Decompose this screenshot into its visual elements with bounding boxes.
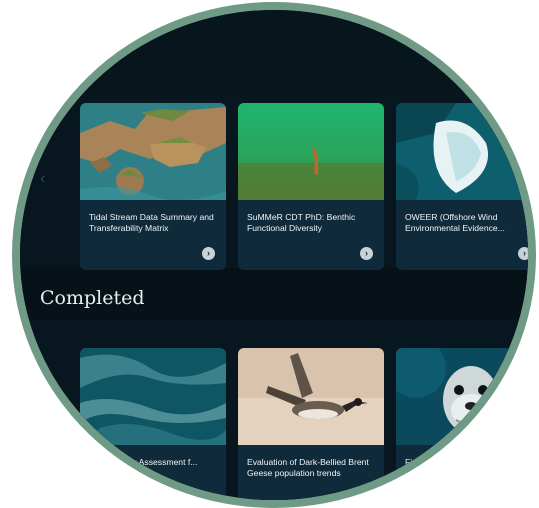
card-image	[396, 103, 528, 200]
card-image	[80, 348, 226, 445]
project-card[interactable]: OWEER (Offshore Wind Environmental Evide…	[396, 103, 528, 270]
card-image	[238, 348, 384, 445]
circular-frame: ‹ Tidal Stream Data Summary and Transfer…	[12, 2, 536, 508]
card-image	[238, 103, 384, 200]
card-title: Fisheries ag	[405, 457, 452, 467]
card-image	[396, 348, 528, 445]
project-card[interactable]: D: Fronts for Assessment f... ›	[80, 348, 226, 500]
arrow-right-icon[interactable]: ›	[360, 247, 373, 260]
card-title: SuMMeR CDT PhD: Benthic Functional Diver…	[247, 212, 356, 233]
card-image	[80, 103, 226, 200]
project-card[interactable]: Fisheries ag ›	[396, 348, 528, 500]
arrow-right-icon[interactable]: ›	[518, 247, 528, 260]
card-title: OWEER (Offshore Wind Environmental Evide…	[405, 212, 505, 233]
card-title: Tidal Stream Data Summary and Transferab…	[89, 212, 214, 233]
chevron-left-icon[interactable]: ‹	[40, 170, 45, 188]
section-heading: Completed	[40, 287, 145, 309]
arrow-right-icon[interactable]: ›	[360, 492, 373, 500]
project-card[interactable]: Tidal Stream Data Summary and Transferab…	[80, 103, 226, 270]
arrow-right-icon[interactable]: ›	[202, 247, 215, 260]
project-card[interactable]: SuMMeR CDT PhD: Benthic Functional Diver…	[238, 103, 384, 270]
arrow-right-icon[interactable]: ›	[518, 492, 528, 500]
screen-viewport: ‹ Tidal Stream Data Summary and Transfer…	[20, 10, 528, 500]
header-band	[20, 10, 528, 93]
project-card[interactable]: Evaluation of Dark-Bellied Brent Geese p…	[238, 348, 384, 500]
arrow-right-icon[interactable]: ›	[202, 492, 215, 500]
card-title: D: Fronts for Assessment f...	[89, 457, 198, 467]
card-title: Evaluation of Dark-Bellied Brent Geese p…	[247, 457, 369, 478]
